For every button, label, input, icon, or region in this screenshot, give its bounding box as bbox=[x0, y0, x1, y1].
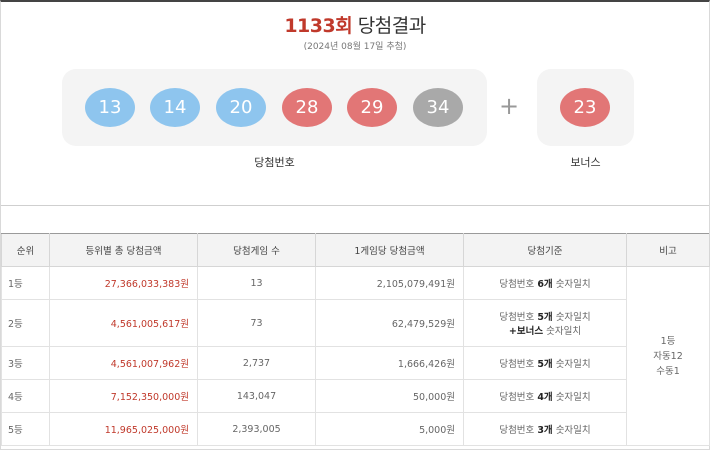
winning-games-cell: 73 bbox=[197, 299, 316, 347]
page-title: 1133회 당첨결과 bbox=[0, 11, 710, 38]
prize-per-game-cell: 5,000원 bbox=[315, 412, 464, 446]
table-row: 2등 4,561,005,617원 73 62,479,529원 당첨번호 5개… bbox=[1, 299, 710, 347]
bonus-label: 보너스 bbox=[570, 156, 601, 169]
criteria-text: 숫자일치 bbox=[543, 326, 582, 337]
total-prize-cell: 7,152,350,000원 bbox=[49, 379, 198, 413]
criteria-text: 숫자일치 bbox=[552, 312, 591, 323]
note-line: 자동12 bbox=[653, 350, 683, 362]
criteria-count: 5개 bbox=[537, 359, 553, 370]
criteria-text: 당첨번호 bbox=[499, 359, 538, 370]
header-rank: 순위 bbox=[1, 233, 50, 267]
total-prize-cell: 4,561,007,962원 bbox=[49, 346, 198, 380]
winning-ball: 20 bbox=[216, 88, 266, 127]
header-note: 비고 bbox=[626, 233, 710, 267]
total-prize-cell: 11,965,025,000원 bbox=[49, 412, 198, 446]
header-total-prize: 등위별 총 당첨금액 bbox=[49, 233, 198, 267]
winning-ball: 28 bbox=[282, 88, 332, 127]
rank-cell: 4등 bbox=[1, 379, 50, 413]
total-prize-cell: 27,366,033,383원 bbox=[49, 266, 198, 300]
header-winning-games: 당첨게임 수 bbox=[197, 233, 316, 267]
winning-numbers-box: 13 14 20 28 29 34 bbox=[62, 69, 487, 146]
criteria-count: 3개 bbox=[537, 425, 553, 436]
total-prize-cell: 4,561,005,617원 bbox=[49, 299, 198, 347]
rank-cell: 3등 bbox=[1, 346, 50, 380]
criteria-count: 5개 bbox=[537, 312, 553, 323]
criteria-bonus: +보너스 bbox=[508, 326, 544, 337]
criteria-text: 숫자일치 bbox=[552, 359, 591, 370]
winning-games-cell: 143,047 bbox=[197, 379, 316, 413]
winning-ball: 29 bbox=[347, 88, 397, 127]
criteria-text: 당첨번호 bbox=[499, 392, 538, 403]
criteria-cell: 당첨번호 5개 숫자일치 bbox=[463, 346, 627, 380]
rank-cell: 2등 bbox=[1, 299, 50, 347]
round-number: 1133회 bbox=[284, 15, 353, 37]
criteria-cell: 당첨번호 4개 숫자일치 bbox=[463, 379, 627, 413]
draw-date: (2024년 08월 17일 추첨) bbox=[303, 42, 407, 52]
winning-numbers-label: 당첨번호 bbox=[254, 156, 295, 169]
rank-cell: 1등 bbox=[1, 266, 50, 300]
criteria-text: 숫자일치 bbox=[552, 425, 591, 436]
table-row: 5등 11,965,025,000원 2,393,005 5,000원 당첨번호… bbox=[1, 412, 710, 446]
criteria-cell: 당첨번호 3개 숫자일치 bbox=[463, 412, 627, 446]
winning-ball: 13 bbox=[85, 88, 135, 127]
winning-ball: 14 bbox=[150, 88, 200, 127]
winning-games-cell: 2,393,005 bbox=[197, 412, 316, 446]
prize-per-game-cell: 50,000원 bbox=[315, 379, 464, 413]
winning-games-cell: 13 bbox=[197, 266, 316, 300]
criteria-text: 당첨번호 bbox=[499, 312, 538, 323]
plus-sign: + bbox=[499, 92, 520, 120]
bonus-number-box: 23 bbox=[537, 69, 634, 146]
winning-ball: 34 bbox=[413, 88, 463, 127]
header-prize-per-game: 1게임당 당첨금액 bbox=[315, 233, 464, 267]
section-divider bbox=[1, 205, 709, 206]
winning-games-cell: 2,737 bbox=[197, 346, 316, 380]
prize-per-game-cell: 2,105,079,491원 bbox=[315, 266, 464, 300]
criteria-text: 숫자일치 bbox=[552, 279, 591, 290]
criteria-cell: 당첨번호 5개 숫자일치 +보너스 숫자일치 bbox=[463, 299, 627, 347]
title-suffix: 당첨결과 bbox=[357, 15, 426, 37]
criteria-cell: 당첨번호 6개 숫자일치 bbox=[463, 266, 627, 300]
header-criteria: 당첨기준 bbox=[463, 233, 627, 267]
note-line: 1등 bbox=[660, 335, 676, 347]
table-row: 4등 7,152,350,000원 143,047 50,000원 당첨번호 4… bbox=[1, 379, 710, 413]
table-header-row: 순위 등위별 총 당첨금액 당첨게임 수 1게임당 당첨금액 당첨기준 비고 bbox=[1, 233, 710, 267]
criteria-text: 숫자일치 bbox=[552, 392, 591, 403]
prize-per-game-cell: 62,479,529원 bbox=[315, 299, 464, 347]
criteria-count: 6개 bbox=[537, 279, 553, 290]
criteria-text: 당첨번호 bbox=[499, 425, 538, 436]
note-line: 수동1 bbox=[656, 365, 680, 377]
table-row: 3등 4,561,007,962원 2,737 1,666,426원 당첨번호 … bbox=[1, 346, 710, 380]
criteria-text: 당첨번호 bbox=[499, 279, 538, 290]
criteria-count: 4개 bbox=[537, 392, 553, 403]
bonus-ball: 23 bbox=[560, 88, 610, 127]
rank-cell: 5등 bbox=[1, 412, 50, 446]
prize-table: 순위 등위별 총 당첨금액 당첨게임 수 1게임당 당첨금액 당첨기준 비고 1… bbox=[1, 233, 710, 446]
table-row: 1등 27,366,033,383원 13 2,105,079,491원 당첨번… bbox=[1, 266, 710, 446]
note-cell: 1등 자동12 수동1 bbox=[626, 266, 710, 446]
prize-per-game-cell: 1,666,426원 bbox=[315, 346, 464, 380]
